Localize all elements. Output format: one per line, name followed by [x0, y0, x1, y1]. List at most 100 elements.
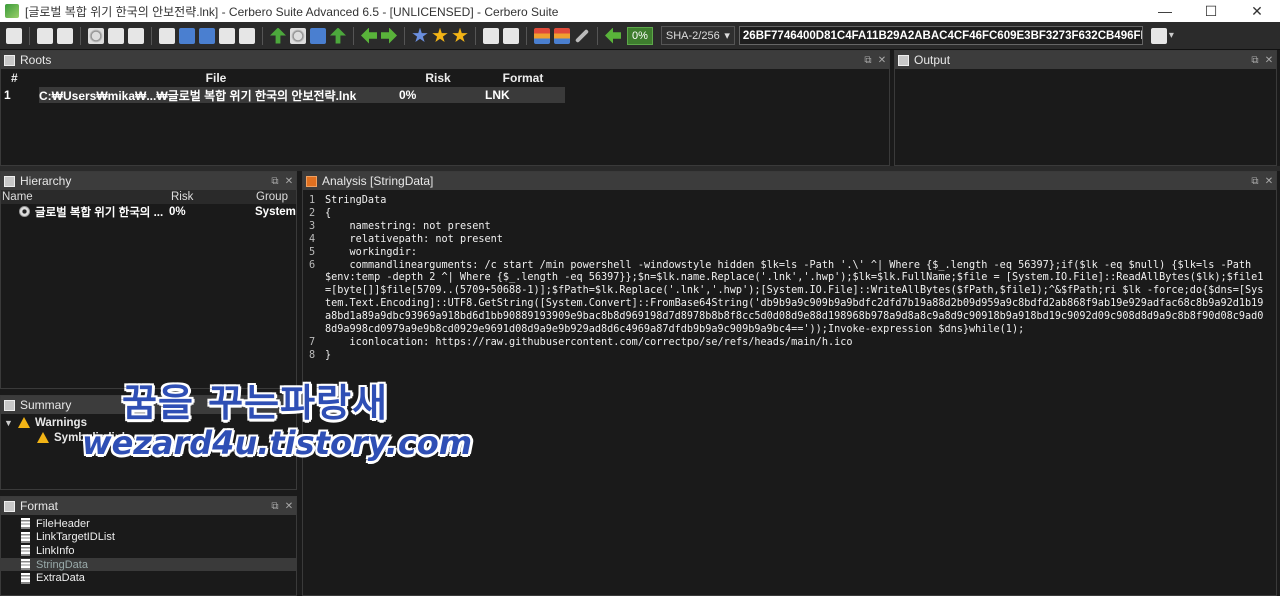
main-toolbar: 0% SHA-2/256 ▾ 26BF7746400D81C4FA11B29A2… — [0, 22, 1280, 50]
close-panel-icon[interactable]: ✕ — [282, 501, 296, 512]
col-group[interactable]: Group — [256, 191, 296, 203]
toolbar-separator — [526, 26, 527, 45]
roots-panel: Roots ⧉ ✕ # File Risk Format 1 C:₩Users₩… — [0, 50, 890, 166]
format-item-stringdata[interactable]: StringData — [1, 557, 296, 572]
filter-icon[interactable] — [554, 27, 570, 44]
format-item-label: LinkInfo — [36, 544, 75, 557]
close-button[interactable]: ✕ — [1234, 0, 1280, 22]
roots-panel-icon — [4, 54, 15, 66]
format-panel-header: Format ⧉ ✕ — [1, 497, 296, 515]
float-panel-icon[interactable]: ⧉ — [1248, 176, 1262, 187]
analysis-panel-header: Analysis [StringData] ⧉ ✕ — [303, 172, 1276, 190]
format-panel: Format ⧉ ✕ FileHeader LinkTargetIDList L… — [0, 496, 297, 596]
row-risk: 0% — [395, 87, 481, 103]
warnings-label: Warnings — [35, 416, 87, 429]
output-panel-icon — [898, 54, 909, 66]
settings-icon[interactable] — [88, 27, 104, 44]
hash-algorithm-select[interactable]: SHA-2/256 ▾ — [660, 26, 735, 45]
panel-icon[interactable] — [239, 27, 255, 44]
minimize-button[interactable]: — — [1142, 0, 1188, 22]
struct-icon — [21, 531, 30, 543]
analysis-panel: Analysis [StringData] ⧉ ✕ 1 StringData 2{… — [302, 171, 1277, 596]
flags-icon[interactable] — [534, 27, 550, 44]
toolbar-separator — [404, 26, 405, 45]
new-file-icon[interactable] — [6, 27, 22, 44]
col-format[interactable]: Format — [481, 71, 565, 85]
code-line: 1 StringData — [303, 195, 1276, 208]
hash-value-field[interactable]: 26BF7746400D81C4FA11B29A2ABAC4CF46FC609E… — [738, 26, 1143, 45]
col-index[interactable]: # — [1, 71, 37, 85]
float-panel-icon[interactable]: ⧉ — [1248, 55, 1262, 66]
refresh-icon[interactable] — [605, 27, 621, 44]
expand-arrow-icon[interactable]: ▼ — [1, 418, 15, 428]
hierarchy-panel-header: Hierarchy ⧉ ✕ — [1, 172, 296, 190]
float-panel-icon[interactable]: ⧉ — [861, 55, 875, 66]
line-text: { — [325, 207, 332, 219]
gear-icon — [19, 206, 30, 217]
forward-arrow-icon[interactable] — [381, 27, 397, 44]
col-file[interactable]: File — [37, 71, 395, 85]
table-row[interactable]: 1 C:₩Users₩mika₩...₩글로벌 복합 위기 한국의 안보전략.l… — [1, 87, 889, 103]
col-name[interactable]: Name — [1, 191, 171, 203]
struct-icon — [21, 545, 30, 557]
line-text: relativepath: not present — [325, 233, 503, 245]
format-item-extradata[interactable]: ExtraData — [1, 571, 296, 585]
float-panel-icon[interactable]: ⧉ — [268, 501, 282, 512]
bookmark-list-icon[interactable] — [452, 27, 468, 43]
toolbar-separator — [29, 26, 30, 45]
col-risk[interactable]: Risk — [395, 71, 481, 85]
bookmark-add-icon[interactable] — [432, 27, 448, 43]
hierarchy-table-header: Name Risk Group — [1, 190, 296, 204]
roots-table-header: # File Risk Format — [1, 69, 889, 87]
format-item-linkinfo[interactable]: LinkInfo — [1, 544, 296, 558]
extract-icon[interactable] — [330, 27, 346, 44]
col-risk[interactable]: Risk — [171, 191, 256, 203]
tree-item-risk: 0% — [169, 205, 186, 218]
bookmark-blue-icon[interactable] — [412, 27, 428, 43]
format-item-fileheader[interactable]: FileHeader — [1, 517, 296, 531]
hierarchy-panel: Hierarchy ⧉ ✕ Name Risk Group 글로벌 복합 위기 … — [0, 171, 297, 389]
analysis-text-view[interactable]: 1 StringData 2{ 3 namestring: not present… — [303, 190, 1276, 363]
toolbar-separator — [262, 26, 263, 45]
report-icon[interactable] — [108, 27, 124, 44]
hex-view-icon[interactable] — [179, 27, 195, 44]
open-file-icon[interactable] — [37, 27, 53, 44]
close-panel-icon[interactable]: ✕ — [282, 176, 296, 187]
maximize-button[interactable]: ☐ — [1188, 0, 1234, 22]
struct-icon — [21, 572, 30, 584]
project-icon[interactable] — [128, 27, 144, 44]
code-line: 8} — [303, 350, 1276, 363]
copy-hash-chevron-icon[interactable]: ▾ — [1169, 30, 1174, 41]
line-text: namestring: not present — [325, 220, 491, 232]
close-panel-icon[interactable]: ✕ — [1262, 176, 1276, 187]
title-bar: [글로벌 복합 위기 한국의 안보전략.lnk] - Cerbero Suite… — [0, 0, 1280, 22]
notes-icon[interactable] — [483, 27, 499, 44]
scan-icon[interactable] — [290, 27, 306, 44]
float-panel-icon[interactable]: ⧉ — [268, 176, 282, 187]
tree-item-name: 글로벌 복합 위기 한국의 ... — [35, 206, 164, 219]
format-panel-title: Format — [20, 499, 59, 513]
tree-item-group: System — [255, 205, 296, 218]
tree-item[interactable]: 글로벌 복합 위기 한국의 ... 0% System — [1, 204, 296, 219]
layout-icon[interactable] — [159, 27, 175, 44]
window-icon[interactable] — [219, 27, 235, 44]
search-icon[interactable] — [310, 27, 326, 44]
summary-panel-icon — [4, 399, 15, 411]
window-title: [글로벌 복합 위기 한국의 안보전략.lnk] - Cerbero Suite… — [25, 4, 559, 19]
format-item-label: ExtraData — [36, 572, 85, 585]
pick-icon[interactable] — [574, 28, 590, 43]
format-item-linktargetidlist[interactable]: LinkTargetIDList — [1, 531, 296, 545]
image-view-icon[interactable] — [199, 27, 215, 44]
copy-hash-icon[interactable] — [1150, 27, 1167, 44]
back-arrow-icon[interactable] — [361, 27, 377, 44]
output-panel-title: Output — [914, 53, 951, 67]
load-icon[interactable] — [270, 27, 286, 44]
save-icon[interactable] — [57, 27, 73, 44]
text-icon[interactable] — [503, 27, 519, 44]
app-logo-icon — [5, 4, 19, 18]
close-panel-icon[interactable]: ✕ — [875, 55, 889, 66]
output-panel: Output ⧉ ✕ — [894, 50, 1277, 166]
line-text: iconlocation: https://raw.githubusercont… — [325, 336, 853, 348]
close-panel-icon[interactable]: ✕ — [1262, 55, 1276, 66]
format-panel-icon — [4, 500, 15, 512]
